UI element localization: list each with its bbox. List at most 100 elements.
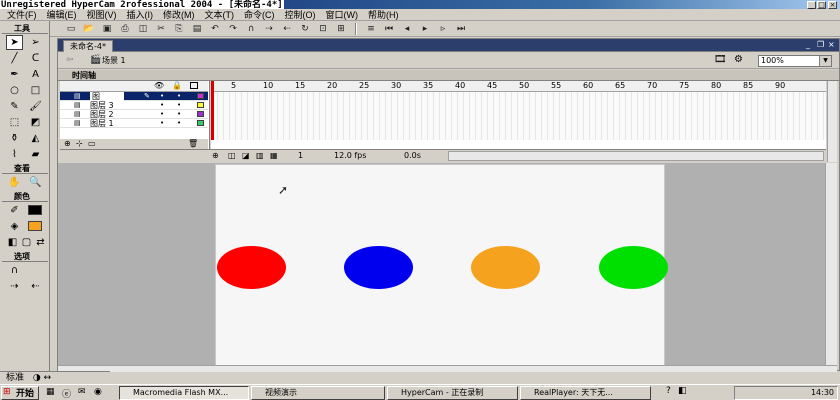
fast-forward-icon[interactable]: ⏭ [454, 23, 468, 35]
layer-color-swatch[interactable] [197, 93, 204, 99]
modify-markers-icon[interactable]: ▦ [270, 151, 278, 160]
language-icon[interactable]: ◧ [678, 386, 687, 396]
paint-bucket-tool-icon[interactable]: ◭ [27, 131, 44, 146]
layer-row[interactable]: ▤ 图层 1 • • [60, 119, 208, 128]
cut-icon[interactable]: ✂ [154, 23, 168, 35]
pen-tool-icon[interactable]: ✒ [6, 67, 23, 82]
standard-label[interactable]: 标准 [6, 373, 24, 383]
play-icon[interactable]: ▸ [418, 23, 432, 35]
center-frame-icon[interactable]: ⊕ [212, 151, 219, 160]
stage[interactable]: ➚ [215, 164, 668, 368]
menu-control[interactable]: 控制(O) [280, 9, 321, 21]
task-video-demo[interactable]: 视频演示 [251, 386, 385, 400]
onion-skin-icon[interactable]: ◫ [228, 151, 236, 160]
maximize-button[interactable]: □ [817, 1, 826, 9]
pencil-tool-icon[interactable]: ✎ [6, 99, 23, 114]
layer-row[interactable]: ▤ 图 ✎ • • [60, 92, 208, 101]
undo-icon[interactable]: ↶ [208, 23, 222, 35]
fill-color-icon[interactable]: ◈ [6, 219, 23, 234]
open-file-icon[interactable]: 📂 [82, 23, 96, 35]
timeline-scrollbar[interactable] [827, 81, 837, 162]
menu-view[interactable]: 视图(V) [82, 9, 122, 21]
playhead[interactable] [211, 81, 214, 140]
orange-ellipse[interactable] [471, 246, 540, 289]
new-file-icon[interactable]: ▭ [64, 23, 78, 35]
fill-transform-tool-icon[interactable]: ◩ [27, 115, 44, 130]
ink-bottle-tool-icon[interactable]: ⚱ [6, 131, 23, 146]
onion-outline-icon[interactable]: ◪ [242, 151, 250, 160]
green-ellipse[interactable] [599, 246, 668, 289]
visibility-dot[interactable]: • [160, 101, 164, 110]
stage-vertical-scrollbar[interactable] [825, 163, 837, 368]
rotate-icon[interactable]: ↻ [298, 23, 312, 35]
arrow-tool-icon[interactable]: ➤ [6, 35, 23, 50]
align-icon[interactable]: ⊞ [334, 23, 348, 35]
hand-tool-icon[interactable]: ✋ [6, 175, 23, 190]
lock-dot[interactable]: • [177, 110, 181, 119]
step-forward-icon[interactable]: ▹ [436, 23, 450, 35]
swap-colors-icon[interactable]: ⇄ [32, 235, 49, 250]
line-tool-icon[interactable]: ╱ [6, 51, 23, 66]
help-icon[interactable]: ? [666, 386, 671, 396]
straighten-option-icon[interactable]: ⇠ [27, 279, 44, 294]
subselect-tool-icon[interactable]: ➢ [27, 35, 44, 50]
quicklaunch-media-icon[interactable]: ◉ [94, 387, 102, 397]
task-flash[interactable]: Macromedia Flash MX... [119, 386, 249, 400]
pie-icon[interactable]: ◑ [33, 373, 41, 383]
snap-magnet-icon[interactable]: ∩ [6, 263, 23, 278]
scale-icon[interactable]: ⊡ [316, 23, 330, 35]
document-tab[interactable]: 未命名-4* [63, 40, 113, 52]
paste-icon[interactable]: ▤ [190, 23, 204, 35]
smooth-icon[interactable]: ⇢ [262, 23, 276, 35]
red-ellipse[interactable] [217, 246, 286, 289]
layer-row[interactable]: ▤ 图层 3 • • [60, 101, 208, 110]
menu-window[interactable]: 窗口(W) [321, 9, 364, 21]
eraser-tool-icon[interactable]: ▰ [27, 147, 44, 162]
print-preview-icon[interactable]: ◫ [136, 23, 150, 35]
doc-restore-icon[interactable]: ❐ [817, 40, 824, 49]
zoom-tool-icon[interactable]: 🔍 [27, 175, 44, 190]
task-realplayer[interactable]: RealPlayer: 天下无... [520, 386, 651, 400]
stage-horizontal-scrollbar[interactable] [58, 365, 837, 372]
rectangle-tool-icon[interactable]: □ [27, 83, 44, 98]
menu-edit[interactable]: 编辑(E) [42, 9, 82, 21]
arrows-icon[interactable]: ↔ [44, 373, 52, 383]
lock-dot[interactable]: • [177, 119, 181, 128]
frames-grid[interactable] [211, 92, 826, 140]
layer-color-swatch[interactable] [197, 102, 204, 108]
lock-dot[interactable]: • [177, 92, 181, 101]
clock[interactable]: 14:30 [811, 388, 834, 397]
layer-color-swatch[interactable] [197, 111, 204, 117]
rewind-icon[interactable]: ⏮ [382, 23, 396, 35]
stroke-color-swatch[interactable] [28, 205, 42, 215]
step-back-icon[interactable]: ◂ [400, 23, 414, 35]
frame-rate[interactable]: 12.0 fps [334, 151, 366, 161]
eye-icon[interactable]: 👁 [154, 81, 164, 90]
edit-scene-icon[interactable]: 🎞 [714, 54, 727, 65]
frame-ruler[interactable]: 5 10 15 20 25 30 35 40 45 50 55 60 65 70… [211, 81, 826, 92]
quicklaunch-desktop-icon[interactable]: ▦ [46, 387, 55, 397]
free-transform-tool-icon[interactable]: ⬚ [6, 115, 23, 130]
menu-text[interactable]: 文本(T) [200, 9, 240, 21]
controller-stop-icon[interactable]: ≡ [364, 23, 378, 35]
menu-modify[interactable]: 修改(M) [158, 9, 200, 21]
layer-color-swatch[interactable] [197, 120, 204, 126]
doc-close-icon[interactable]: × [828, 40, 835, 49]
edit-multiple-frames-icon[interactable]: ▥ [256, 151, 264, 160]
visibility-dot[interactable]: • [160, 119, 164, 128]
menu-help[interactable]: 帮助(H) [363, 9, 404, 21]
task-hypercam[interactable]: HyperCam - 正在录制 [387, 386, 518, 400]
menu-commands[interactable]: 命令(C) [239, 9, 280, 21]
snap-icon[interactable]: ∩ [244, 23, 258, 35]
straighten-icon[interactable]: ⇠ [280, 23, 294, 35]
fill-color-swatch[interactable] [28, 221, 42, 231]
redo-icon[interactable]: ↷ [226, 23, 240, 35]
scene-label[interactable]: 场景 1 [102, 55, 126, 67]
timeline-header[interactable]: 时间轴 [58, 70, 839, 81]
eyedropper-tool-icon[interactable]: ⌇ [6, 147, 23, 162]
text-tool-icon[interactable]: A [27, 67, 44, 82]
trash-icon[interactable]: 🗑 [188, 139, 198, 148]
print-icon[interactable]: ⎙ [118, 23, 132, 35]
lock-icon[interactable]: 🔒 [172, 81, 182, 90]
add-guide-layer-icon[interactable]: ⊹ [76, 139, 83, 148]
